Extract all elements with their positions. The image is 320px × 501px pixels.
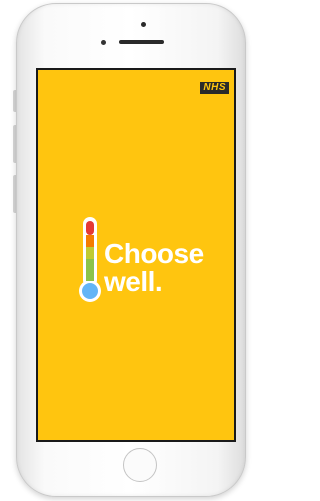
front-camera (101, 40, 106, 45)
therm-yellowgreen (86, 247, 94, 259)
therm-green (86, 259, 94, 281)
headline-line-2: well. (104, 266, 163, 297)
home-button[interactable] (123, 448, 157, 482)
thermometer-icon (79, 217, 101, 302)
stage: NHS Choose well. (0, 0, 252, 501)
headline-line-1: Choose (104, 238, 204, 269)
therm-orange (86, 235, 94, 247)
therm-bulb (82, 283, 98, 299)
therm-red (86, 221, 94, 235)
app-screen: NHS Choose well. (36, 68, 236, 442)
nhs-logo: NHS (200, 82, 229, 94)
earpiece-speaker (119, 40, 164, 44)
camera-dot (141, 22, 146, 27)
choose-well-headline: Choose well. (104, 240, 204, 296)
